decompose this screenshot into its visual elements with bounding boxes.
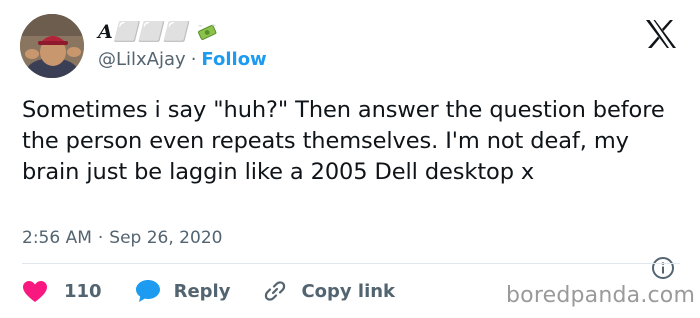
author-display-name[interactable]: A⬜⬜⬜	[98, 20, 188, 43]
tweet-time[interactable]: 2:56 AM	[22, 228, 92, 248]
separator-dot: ·	[190, 49, 197, 70]
action-bar: 110 Reply Copy link	[22, 277, 395, 305]
author-name-row: A⬜⬜⬜	[98, 20, 218, 43]
x-logo-icon[interactable]	[644, 18, 678, 50]
heart-icon	[23, 280, 47, 302]
copy-link-label: Copy link	[301, 280, 396, 302]
info-icon[interactable]	[651, 256, 675, 280]
reply-label: Reply	[173, 280, 231, 302]
tweet-text: Sometimes i say "huh?" Then answer the q…	[22, 97, 665, 185]
like-button[interactable]: 110	[22, 280, 102, 303]
watermark: boredpanda.com	[506, 283, 696, 308]
money-with-wings-icon	[196, 23, 218, 41]
speech-bubble-icon	[135, 280, 160, 302]
avatar[interactable]	[20, 14, 84, 78]
copy-link-button[interactable]: Copy link	[263, 279, 395, 303]
tweet-date[interactable]: Sep 26, 2020	[109, 228, 222, 248]
tweet-timestamp: 2:56 AM · Sep 26, 2020	[22, 228, 222, 248]
separator-dot: ·	[97, 228, 104, 248]
follow-button[interactable]: Follow	[201, 49, 266, 70]
like-count: 110	[64, 280, 102, 302]
reply-button[interactable]: Reply	[135, 279, 231, 303]
link-icon	[265, 281, 286, 301]
divider	[22, 263, 680, 264]
author-handle-row: @LilxAjay · Follow	[98, 49, 267, 70]
author-handle[interactable]: @LilxAjay	[98, 49, 186, 70]
